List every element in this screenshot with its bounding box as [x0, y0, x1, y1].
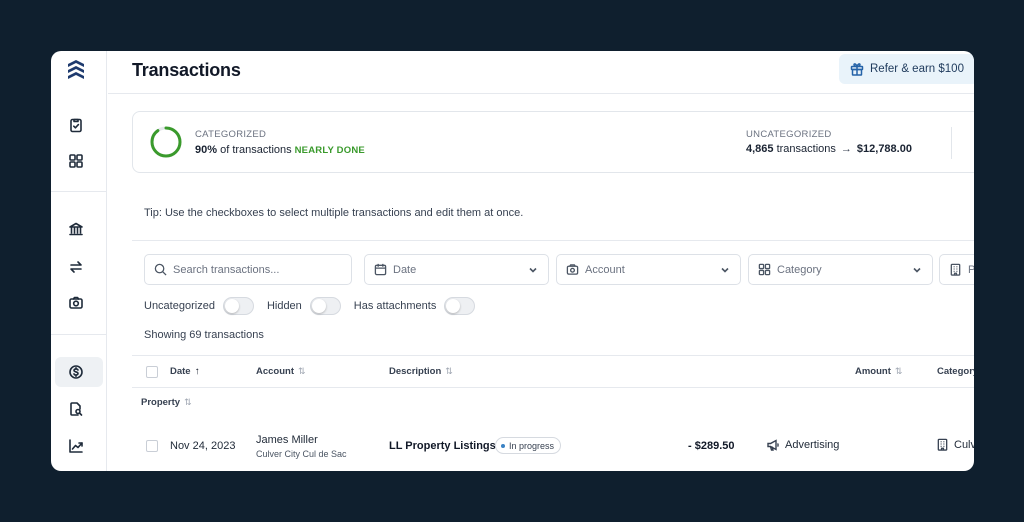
date-filter-select[interactable]: Date	[364, 254, 549, 285]
progress-ring	[150, 126, 182, 158]
property-filter-label: Pr	[968, 263, 974, 276]
row-description: LL Property Listings	[389, 440, 496, 452]
trend-chart-icon[interactable]	[68, 438, 84, 454]
gift-icon	[850, 63, 864, 76]
column-header-account[interactable]: Account ⇅	[256, 366, 306, 377]
column-header-amount[interactable]: Amount ⇅	[855, 366, 902, 377]
categorized-suffix: of transactions	[217, 144, 292, 156]
refer-earn-label: Refer & earn $100	[870, 63, 964, 75]
logo-icon[interactable]	[67, 59, 85, 81]
sidebar-divider	[51, 191, 107, 192]
column-header-category[interactable]: Category	[937, 366, 974, 377]
sort-icon: ⇅	[445, 366, 453, 376]
clipboard-check-icon[interactable]	[68, 117, 84, 133]
sidebar	[51, 51, 107, 471]
column-date-label: Date	[170, 366, 191, 377]
select-all-checkbox[interactable]	[146, 366, 158, 378]
row-property-label: Culv	[954, 438, 974, 451]
categorized-percent: 90%	[195, 144, 218, 156]
toggle-has-attachments[interactable]	[444, 297, 476, 315]
row-category-label: Advertising	[785, 439, 840, 451]
uncategorized-count: 4,865	[746, 143, 774, 155]
column-account-label: Account	[256, 366, 294, 377]
dashboard-grid-icon[interactable]	[68, 153, 84, 169]
row-checkbox[interactable]	[146, 440, 158, 452]
row-amount: - $289.50	[688, 440, 735, 452]
status-label: In progress	[509, 440, 555, 451]
chevron-down-icon	[913, 267, 921, 273]
toggle-uncategorized[interactable]	[222, 297, 254, 315]
uncategorized-value[interactable]: 4,865 transactions → $12,788.00	[746, 143, 912, 155]
calendar-icon	[374, 263, 387, 276]
column-description-label: Description	[389, 366, 442, 377]
row-account-sub: Culver City Cul de Sac	[256, 449, 347, 459]
row-date: Nov 24, 2023	[170, 440, 236, 452]
column-amount-label: Amount	[855, 366, 891, 377]
uncategorized-label: UNCATEGORIZED	[746, 129, 832, 140]
bank-icon[interactable]	[68, 221, 84, 237]
search-placeholder: Search transactions...	[173, 263, 280, 276]
sort-icon: ⇅	[298, 366, 306, 376]
header-divider	[108, 93, 974, 94]
transfer-arrows-icon[interactable]	[68, 259, 84, 275]
page-title: Transactions	[132, 60, 241, 80]
status-badge: In progress	[495, 437, 562, 454]
tip-text: Tip: Use the checkboxes to select multip…	[144, 207, 524, 219]
status-dot	[501, 443, 505, 448]
dollar-circle-icon[interactable]	[68, 364, 84, 380]
search-icon	[154, 263, 167, 276]
row-category[interactable]: Advertising	[766, 438, 839, 452]
toggle-has-attachments-label: Has attachments	[353, 300, 437, 312]
refer-earn-button[interactable]: Refer & earn $100	[839, 54, 974, 84]
categorized-value: 90% of transactions NEARLY DONE	[195, 144, 365, 156]
camera-icon[interactable]	[68, 295, 84, 311]
showing-count: Showing 69 transactions	[144, 329, 264, 341]
chevron-down-icon	[721, 267, 729, 273]
sort-icon: ⇅	[184, 397, 192, 407]
table-header-top-border	[132, 355, 974, 356]
sidebar-divider	[51, 334, 107, 335]
column-header-description[interactable]: Description ⇅	[389, 366, 453, 377]
uncategorized-amount: $12,788.00	[856, 143, 912, 155]
column-category-label: Category	[937, 366, 974, 377]
chevron-down-icon	[529, 267, 537, 273]
category-filter-label: Category	[777, 263, 822, 276]
main-content: Transactions Refer & earn $100 CATEGORIZ…	[108, 51, 974, 471]
categorization-summary-card: CATEGORIZED 90% of transactions NEARLY DO…	[132, 111, 974, 173]
column-header-date[interactable]: Date ↑	[170, 366, 200, 377]
row-account-name: James Miller	[256, 434, 318, 446]
categorized-label: CATEGORIZED	[195, 129, 267, 140]
category-grid-icon	[758, 263, 771, 276]
table-header-bottom-border	[132, 387, 974, 388]
document-search-icon[interactable]	[68, 401, 84, 417]
toggle-uncategorized-label: Uncategorized	[144, 300, 215, 312]
row-property[interactable]: Culv	[936, 438, 974, 451]
date-filter-label: Date	[393, 263, 417, 276]
progress-arc	[150, 126, 182, 158]
group-label-text: Property	[141, 397, 181, 408]
app-window: Transactions Refer & earn $100 CATEGORIZ…	[51, 51, 974, 471]
search-input[interactable]: Search transactions...	[144, 254, 352, 285]
toggle-hidden[interactable]	[309, 297, 341, 315]
sort-icon: ⇅	[894, 366, 903, 376]
card-divider	[951, 127, 952, 159]
status-badge: NEARLY DONE	[294, 145, 365, 156]
building-icon	[937, 438, 948, 451]
account-filter-select[interactable]: Account	[556, 254, 741, 285]
group-by-property[interactable]: Property ⇅	[141, 397, 192, 408]
building-icon	[950, 263, 961, 276]
toggle-filters: Uncategorized Hidden Has attachments	[144, 297, 488, 315]
wallet-icon	[566, 264, 579, 275]
toggle-hidden-label: Hidden	[266, 300, 302, 312]
tip-divider	[132, 240, 974, 241]
sort-ascending-icon: ↑	[194, 366, 200, 377]
megaphone-icon	[767, 439, 779, 451]
arrow-right-icon: →	[840, 143, 852, 155]
category-filter-select[interactable]: Category	[748, 254, 933, 285]
uncategorized-suffix: transactions	[773, 143, 836, 155]
account-filter-label: Account	[585, 263, 625, 276]
property-filter-select[interactable]: Pr	[939, 254, 974, 285]
